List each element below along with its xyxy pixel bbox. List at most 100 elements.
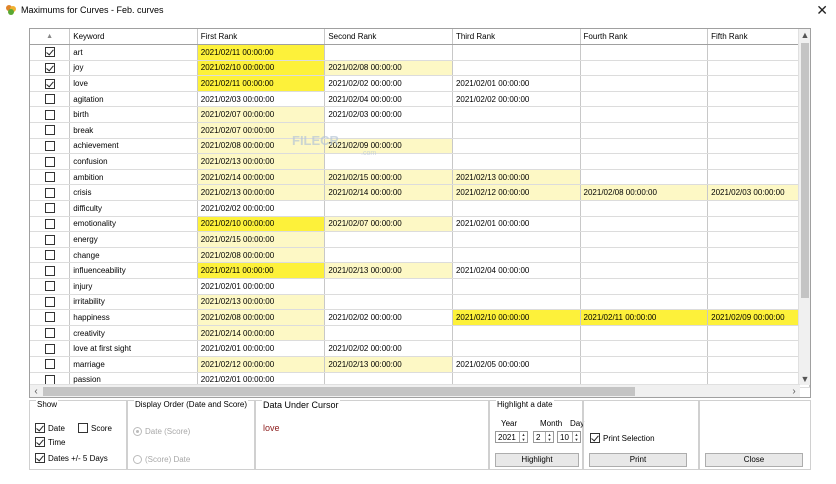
rank-cell[interactable]: 2021/02/02 00:00:00: [452, 91, 581, 108]
rank-cell[interactable]: [707, 153, 810, 170]
rank-cell[interactable]: [452, 138, 581, 155]
rank-cell[interactable]: 2021/02/01 00:00:00: [452, 75, 581, 92]
horizontal-scroll-thumb[interactable]: [43, 387, 635, 396]
rank-cell[interactable]: [580, 294, 709, 311]
rank-cell[interactable]: 2021/02/03 00:00:00: [707, 184, 810, 202]
row-checkbox[interactable]: [44, 281, 55, 292]
rank-cell[interactable]: [452, 278, 581, 295]
rank-cell[interactable]: 2021/02/08 00:00:00: [324, 60, 453, 77]
row-checkbox[interactable]: [44, 187, 55, 198]
vertical-scrollbar[interactable]: ▲ ▼: [798, 29, 810, 385]
keyword-cell[interactable]: agitation: [69, 91, 198, 108]
rank-cell[interactable]: [324, 44, 453, 61]
order-date-score-radio-dot[interactable]: [133, 427, 142, 436]
rank-cell[interactable]: 2021/02/14 00:00:00: [197, 325, 326, 342]
rank-cell[interactable]: 2021/02/07 00:00:00: [324, 216, 453, 233]
order-score-date-radio[interactable]: (Score) Date: [133, 455, 190, 464]
row-select-cell[interactable]: [30, 184, 71, 202]
rank-cell[interactable]: 2021/02/12 00:00:00: [452, 184, 581, 202]
rank-cell[interactable]: 2021/02/01 00:00:00: [452, 216, 581, 233]
column-header-third-rank[interactable]: Third Rank: [452, 29, 581, 46]
rank-cell[interactable]: [452, 44, 581, 61]
rank-cell[interactable]: 2021/02/08 00:00:00: [197, 247, 326, 264]
rank-cell[interactable]: [580, 216, 709, 233]
row-checkbox[interactable]: [44, 296, 55, 307]
rank-cell[interactable]: [580, 60, 709, 77]
table-row[interactable]: birth 2021/02/07 00:00:00 2021/02/03 00:00…: [30, 106, 810, 124]
rank-cell[interactable]: [707, 75, 810, 92]
row-checkbox[interactable]: [44, 172, 55, 183]
row-checkbox[interactable]: [44, 218, 55, 229]
rank-cell[interactable]: [580, 247, 709, 264]
row-checkbox[interactable]: [44, 78, 55, 89]
table-row[interactable]: injury 2021/02/01 00:00:00: [30, 278, 810, 295]
row-checkbox[interactable]: [44, 250, 55, 261]
dates-range-checkbox-box[interactable]: [35, 453, 45, 463]
table-row[interactable]: love 2021/02/11 00:00:00 2021/02/02 00:00:…: [30, 75, 810, 92]
row-checkbox[interactable]: [44, 328, 55, 339]
row-checkbox[interactable]: [44, 343, 55, 354]
close-window-icon[interactable]: ✕: [816, 2, 828, 18]
rank-cell[interactable]: [707, 122, 810, 139]
table-row[interactable]: happiness 2021/02/08 00:00:00 2021/02/02 0…: [30, 309, 810, 326]
rank-cell[interactable]: [452, 340, 581, 357]
scroll-left-icon[interactable]: ‹: [30, 385, 42, 397]
row-select-cell[interactable]: [30, 106, 71, 124]
keyword-cell[interactable]: irritability: [69, 294, 198, 311]
row-checkbox[interactable]: [44, 140, 55, 151]
rank-cell[interactable]: [580, 325, 709, 342]
rank-cell[interactable]: 2021/02/14 00:00:00: [324, 184, 453, 202]
rank-cell[interactable]: [580, 340, 709, 357]
show-time-checkbox[interactable]: Time: [35, 437, 65, 447]
keyword-cell[interactable]: difficulty: [69, 200, 198, 217]
rank-cell[interactable]: 2021/02/13 00:00:00: [452, 169, 581, 186]
keyword-cell[interactable]: crisis: [69, 184, 198, 202]
rank-cell[interactable]: [707, 262, 810, 279]
scroll-right-icon[interactable]: ›: [788, 385, 800, 397]
score-checkbox-box[interactable]: [78, 423, 88, 433]
row-select-cell[interactable]: [30, 122, 71, 139]
rank-cell[interactable]: [580, 138, 709, 155]
rank-cell[interactable]: 2021/02/13 00:00:00: [197, 294, 326, 311]
keyword-cell[interactable]: change: [69, 247, 198, 264]
row-checkbox[interactable]: [44, 156, 55, 167]
month-spin-arrows-icon[interactable]: ▲ ▼: [545, 432, 553, 442]
rank-cell[interactable]: 2021/02/01 00:00:00: [197, 340, 326, 357]
keyword-cell[interactable]: love at first sight: [69, 340, 198, 357]
rank-cell[interactable]: 2021/02/02 00:00:00: [324, 75, 453, 92]
rank-cell[interactable]: [452, 200, 581, 217]
rank-cell[interactable]: [707, 106, 810, 124]
time-checkbox-box[interactable]: [35, 437, 45, 447]
scroll-down-icon[interactable]: ▼: [799, 373, 810, 385]
row-checkbox[interactable]: [44, 359, 55, 370]
order-date-score-radio[interactable]: Date (Score): [133, 427, 190, 436]
table-row[interactable]: ambition 2021/02/14 00:00:00 2021/02/15 00…: [30, 169, 810, 186]
row-select-cell[interactable]: [30, 231, 71, 248]
keyword-cell[interactable]: achievement: [69, 138, 198, 155]
column-header-fourth-rank[interactable]: Fourth Rank: [580, 29, 709, 46]
row-checkbox[interactable]: [44, 125, 55, 136]
vertical-scroll-thumb[interactable]: [801, 43, 809, 298]
year-spin-arrows-icon[interactable]: ▲ ▼: [519, 432, 527, 442]
rank-cell[interactable]: 2021/02/11 00:00:00: [197, 262, 326, 279]
table-row[interactable]: joy 2021/02/10 00:00:00 2021/02/08 00:00:0…: [30, 60, 810, 77]
rank-cell[interactable]: 2021/02/03 00:00:00: [324, 106, 453, 124]
rank-cell[interactable]: [324, 200, 453, 217]
column-header-fifth-rank[interactable]: Fifth Rank: [707, 29, 810, 46]
show-score-checkbox[interactable]: Score: [78, 423, 112, 433]
row-select-cell[interactable]: [30, 340, 71, 357]
row-select-cell[interactable]: [30, 60, 71, 77]
day-spin-arrows-icon[interactable]: ▲ ▼: [572, 432, 580, 442]
rank-cell[interactable]: [452, 106, 581, 124]
column-header-first-rank[interactable]: First Rank: [197, 29, 326, 46]
rank-cell[interactable]: [452, 325, 581, 342]
rank-cell[interactable]: [707, 60, 810, 77]
table-row[interactable]: crisis 2021/02/13 00:00:00 2021/02/14 00:0…: [30, 184, 810, 202]
row-select-cell[interactable]: [30, 216, 71, 233]
rank-cell[interactable]: [452, 247, 581, 264]
table-row[interactable]: emotionality 2021/02/10 00:00:00 2021/02/0…: [30, 216, 810, 233]
row-select-cell[interactable]: [30, 325, 71, 342]
rank-cell[interactable]: [452, 60, 581, 77]
rank-cell[interactable]: 2021/02/12 00:00:00: [197, 356, 326, 373]
rank-cell[interactable]: 2021/02/13 00:00:00: [197, 184, 326, 202]
